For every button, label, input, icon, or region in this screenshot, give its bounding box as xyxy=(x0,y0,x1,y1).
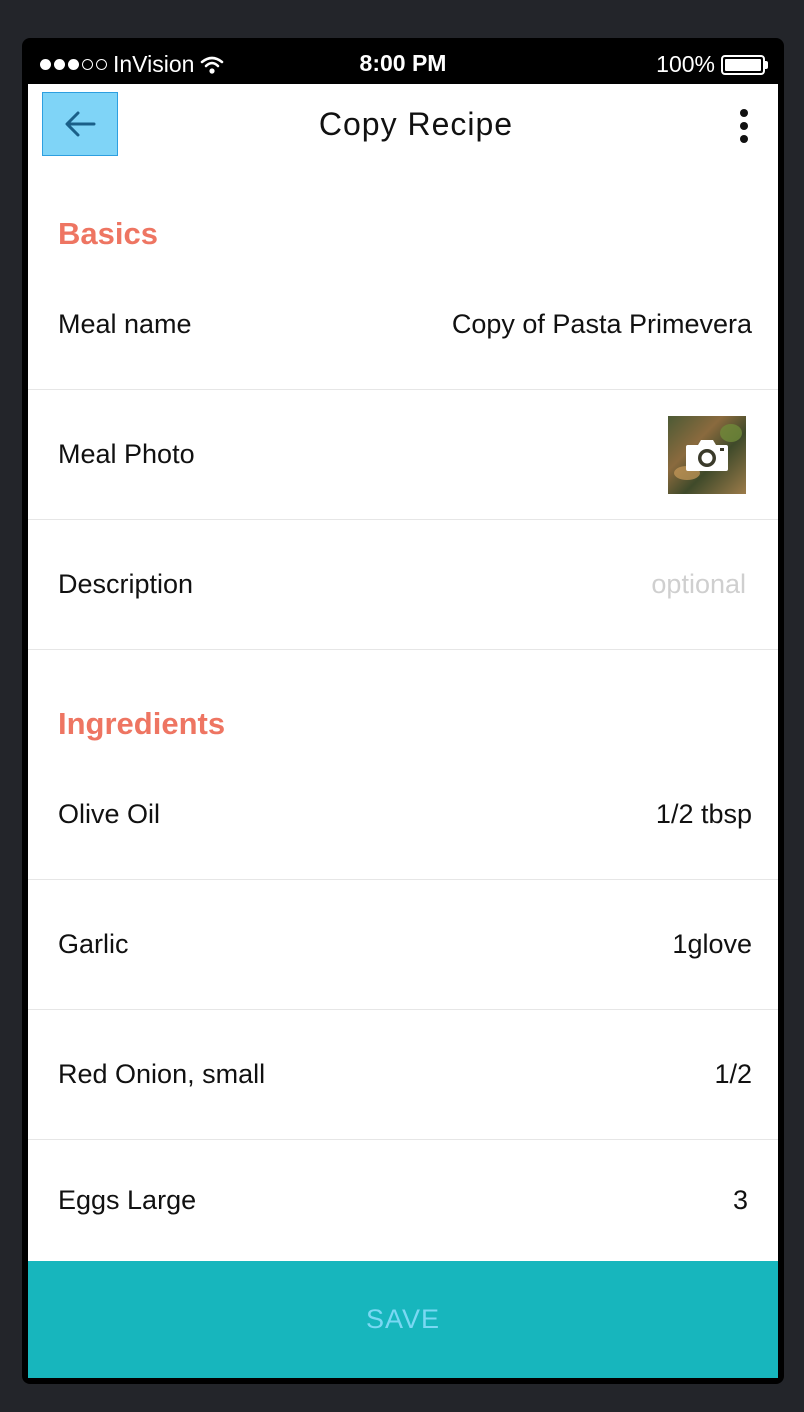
description-row[interactable]: Description optional xyxy=(28,520,778,650)
battery-icon xyxy=(721,54,768,75)
more-vertical-icon xyxy=(740,109,748,117)
ingredient-row[interactable]: Olive Oil 1/2 tbsp xyxy=(28,750,778,880)
section-heading-basics: Basics xyxy=(58,216,158,251)
meal-name-value: Copy of Pasta Primevera xyxy=(451,309,752,339)
ingredient-name: Garlic xyxy=(58,929,129,959)
section-heading-ingredients: Ingredients xyxy=(58,706,226,741)
app-header: Copy Recipe xyxy=(28,84,778,166)
ingredient-name: Eggs Large xyxy=(58,1185,197,1215)
meal-name-row[interactable]: Meal name Copy of Pasta Primevera xyxy=(28,260,778,390)
ingredient-row[interactable]: Garlic 1glove xyxy=(28,880,778,1010)
battery-percent: 100% xyxy=(656,51,715,77)
camera-icon xyxy=(686,440,728,471)
status-bar: InVision 8:00 PM 100% xyxy=(28,42,778,84)
meal-photo-thumbnail[interactable] xyxy=(668,416,746,494)
more-options-button[interactable] xyxy=(726,104,762,148)
ingredient-name: Red Onion, small xyxy=(58,1059,266,1089)
ingredient-amount: 1/2 tbsp xyxy=(655,799,752,829)
description-placeholder[interactable]: optional xyxy=(651,520,746,649)
ingredient-row[interactable]: Eggs Large 3 xyxy=(28,1140,778,1261)
ingredient-amount: 1glove xyxy=(672,929,752,959)
meal-photo-label: Meal Photo xyxy=(58,439,195,469)
ingredient-name: Olive Oil xyxy=(58,799,161,829)
ingredient-amount: 1/2 xyxy=(714,1059,752,1089)
ingredient-amount: 3 xyxy=(732,1185,748,1215)
save-button-label: SAVE xyxy=(365,1304,441,1334)
save-button[interactable]: SAVE xyxy=(28,1261,778,1378)
meal-name-label: Meal name xyxy=(58,309,192,339)
status-battery-group: 100% xyxy=(656,51,768,78)
meal-photo-row[interactable]: Meal Photo xyxy=(28,390,778,520)
page-title: Copy Recipe xyxy=(318,106,514,142)
ingredient-row[interactable]: Red Onion, small 1/2 xyxy=(28,1010,778,1140)
app-screen: InVision 8:00 PM 100% Copy Recipe Basics… xyxy=(28,42,778,1378)
description-label: Description xyxy=(58,569,194,599)
